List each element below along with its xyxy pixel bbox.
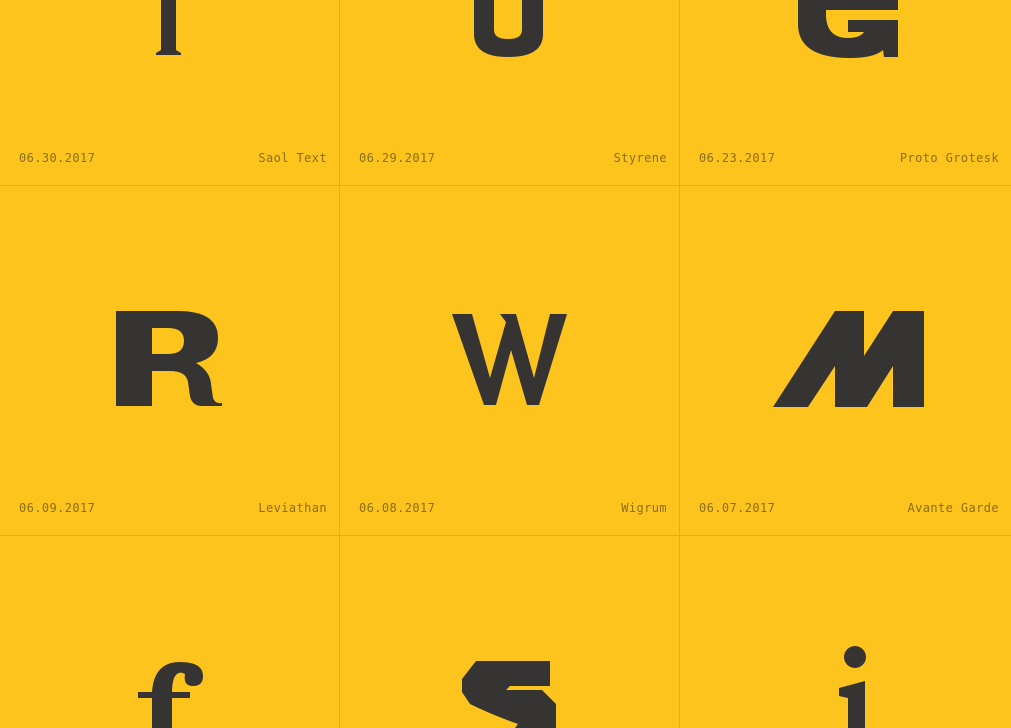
grid-divider — [0, 535, 1011, 536]
grid-divider — [679, 0, 680, 728]
card-font-name[interactable]: Styrene — [614, 151, 667, 165]
card-glyph-f[interactable] — [0, 536, 339, 728]
card-font-name[interactable]: Proto Grotesk — [900, 151, 999, 165]
card-date: 06.30.2017 — [19, 151, 96, 165]
glyph-r-icon — [0, 186, 339, 535]
card-glyph-i[interactable] — [680, 536, 1011, 728]
card-date: 06.23.2017 — [699, 151, 776, 165]
glyph-f-icon — [0, 536, 339, 728]
grid-divider — [0, 185, 1011, 186]
card-date: 06.29.2017 — [359, 151, 436, 165]
glyph-i-icon — [680, 536, 1011, 728]
card-styrene[interactable]: 06.29.2017 Styrene — [340, 0, 679, 185]
card-proto-grotesk[interactable]: 06.23.2017 Proto Grotesk — [680, 0, 1011, 185]
card-date: 06.09.2017 — [19, 501, 96, 515]
card-font-name[interactable]: Avante Garde — [908, 501, 1000, 515]
glyph-m-icon — [680, 186, 1011, 535]
card-glyph-s[interactable] — [340, 536, 679, 728]
grid-divider — [339, 0, 340, 728]
card-leviathan[interactable]: 06.09.2017 Leviathan — [0, 186, 339, 535]
card-font-name[interactable]: Saol Text — [258, 151, 327, 165]
type-specimen-grid: 06.30.2017 Saol Text 06.29.2017 Styrene … — [0, 0, 1011, 728]
card-font-name[interactable]: Wigrum — [621, 501, 667, 515]
card-date: 06.07.2017 — [699, 501, 776, 515]
card-avante-garde[interactable]: 06.07.2017 Avante Garde — [680, 186, 1011, 535]
glyph-s-icon — [340, 536, 679, 728]
card-date: 06.08.2017 — [359, 501, 436, 515]
card-saol-text[interactable]: 06.30.2017 Saol Text — [0, 0, 339, 185]
card-font-name[interactable]: Leviathan — [258, 501, 327, 515]
glyph-w-icon — [340, 186, 679, 535]
card-wigrum[interactable]: 06.08.2017 Wigrum — [340, 186, 679, 535]
